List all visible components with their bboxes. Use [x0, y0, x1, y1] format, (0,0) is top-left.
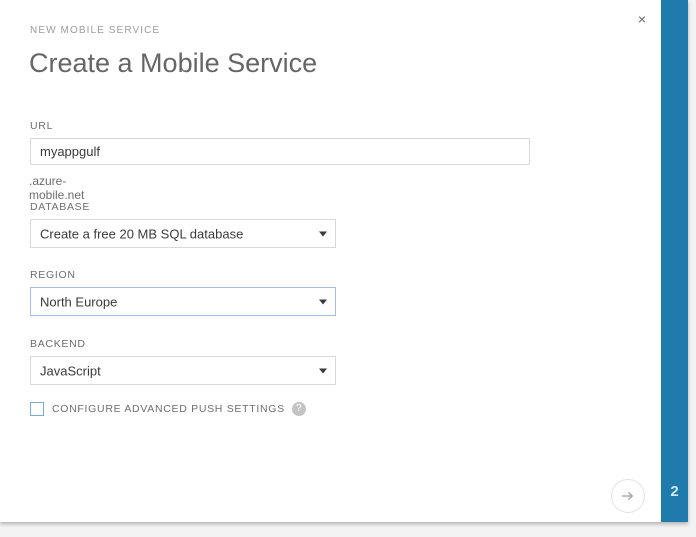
url-label: URL: [30, 120, 54, 132]
region-select[interactable]: North Europe: [30, 287, 336, 316]
database-select[interactable]: Create a free 20 MB SQL database: [30, 219, 336, 248]
advanced-push-label: CONFIGURE ADVANCED PUSH SETTINGS: [52, 403, 285, 415]
chevron-down-icon: [319, 299, 327, 304]
backend-label: BACKEND: [30, 338, 86, 350]
region-label: REGION: [30, 269, 76, 281]
region-select-value: North Europe: [40, 294, 118, 309]
screen: × NEW MOBILE SERVICE Create a Mobile Ser…: [0, 0, 696, 537]
question-mark-icon[interactable]: ?: [291, 402, 306, 416]
chevron-down-icon: [319, 231, 327, 236]
database-label: DATABASE: [30, 201, 91, 213]
dialog-eyebrow: NEW MOBILE SERVICE: [30, 25, 161, 36]
close-icon[interactable]: ×: [633, 10, 651, 28]
chevron-down-icon: [319, 368, 327, 373]
url-input[interactable]: [30, 138, 530, 165]
step-number: 2: [670, 483, 679, 500]
create-mobile-service-dialog: × NEW MOBILE SERVICE Create a Mobile Ser…: [0, 0, 688, 522]
arrow-right-icon: [622, 491, 634, 501]
next-arrow-button[interactable]: [611, 479, 645, 513]
backend-select-value: JavaScript: [40, 363, 101, 378]
backend-select[interactable]: JavaScript: [30, 356, 336, 385]
advanced-push-row: CONFIGURE ADVANCED PUSH SETTINGS ?: [30, 402, 306, 416]
step-rail: 2: [661, 0, 688, 522]
url-suffix: .azure-mobile.net: [29, 174, 85, 202]
database-select-value: Create a free 20 MB SQL database: [40, 226, 244, 241]
page-title: Create a Mobile Service: [29, 48, 318, 78]
advanced-push-checkbox[interactable]: [30, 402, 44, 416]
